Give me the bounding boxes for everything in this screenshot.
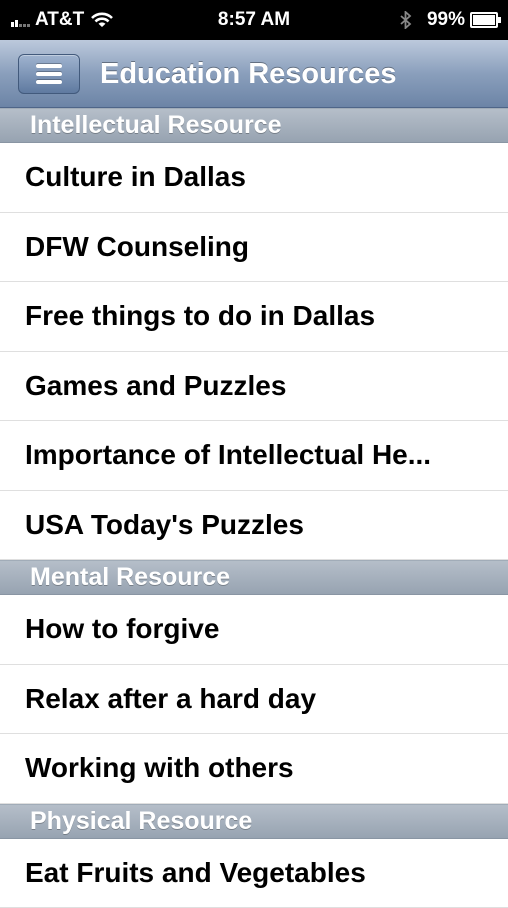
status-right: 99%	[399, 9, 498, 31]
battery-fill	[473, 15, 495, 25]
bluetooth-icon	[399, 11, 413, 29]
list-item[interactable]: Free things to do in Dallas	[0, 282, 508, 352]
list-item-label: Importance of Intellectual He...	[25, 439, 431, 471]
battery-icon	[470, 12, 498, 28]
menu-button[interactable]	[18, 54, 80, 94]
list-item[interactable]: Relax after a hard day	[0, 665, 508, 735]
list-item[interactable]: USA Today's Puzzles	[0, 491, 508, 561]
resource-list[interactable]: Intellectual Resource Culture in Dallas …	[0, 108, 508, 908]
list-item-label: DFW Counseling	[25, 231, 249, 263]
list-item[interactable]: Culture in Dallas	[0, 143, 508, 213]
list-item-label: Free things to do in Dallas	[25, 300, 375, 332]
section-header-intellectual: Intellectual Resource	[0, 108, 508, 143]
list-item-label: Games and Puzzles	[25, 370, 286, 402]
list-item[interactable]: Games and Puzzles	[0, 352, 508, 422]
list-item[interactable]: How to forgive	[0, 595, 508, 665]
hamburger-menu-icon	[36, 64, 62, 68]
battery-percent: 99%	[427, 9, 465, 31]
list-item-label: Working with others	[25, 752, 294, 784]
list-item-label: How to forgive	[25, 613, 219, 645]
list-item[interactable]: Working with others	[0, 734, 508, 804]
page-title: Education Resources	[100, 54, 397, 94]
list-item-label: Culture in Dallas	[25, 161, 246, 193]
navigation-bar: Education Resources	[0, 40, 508, 108]
section-header-physical: Physical Resource	[0, 804, 508, 839]
list-item-label: USA Today's Puzzles	[25, 509, 304, 541]
list-item[interactable]: Importance of Intellectual He...	[0, 421, 508, 491]
list-item[interactable]: DFW Counseling	[0, 213, 508, 283]
list-item-label: Eat Fruits and Vegetables	[25, 857, 366, 889]
status-bar: AT&T 8:57 AM 99%	[0, 0, 508, 40]
section-header-mental: Mental Resource	[0, 560, 508, 595]
list-item-label: Relax after a hard day	[25, 683, 316, 715]
